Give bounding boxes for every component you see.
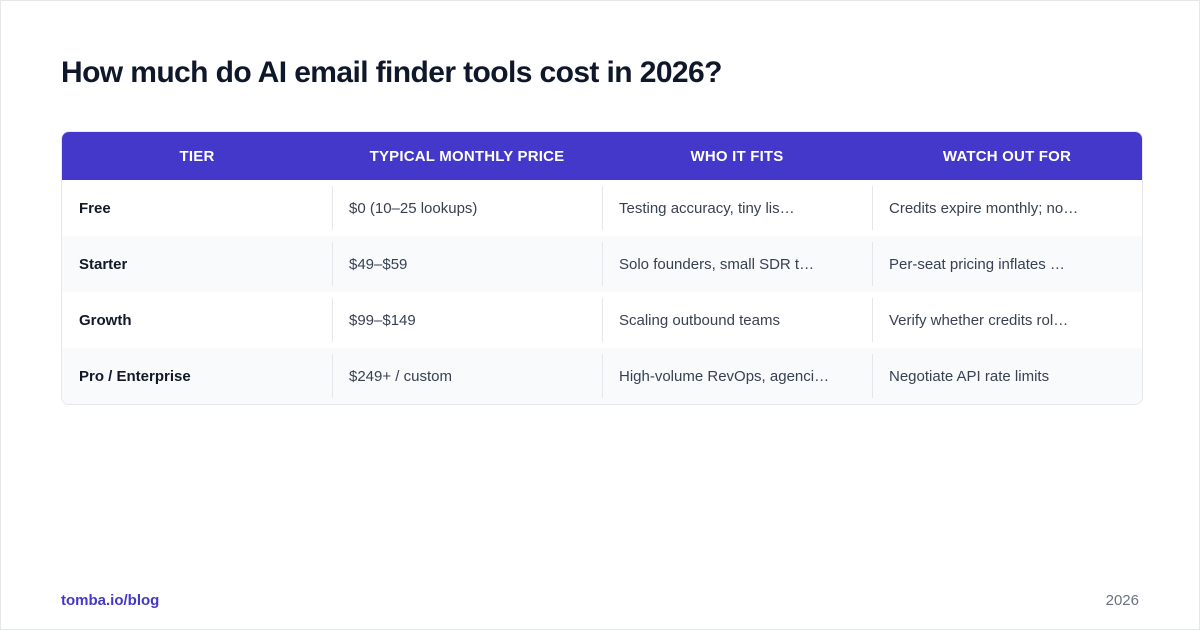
cell-watch-out: Negotiate API rate limits	[872, 348, 1142, 404]
cell-text: Free	[79, 199, 111, 217]
cell-text: Verify whether credits rol…	[889, 311, 1069, 329]
cell-fit: Testing accuracy, tiny lis…	[602, 180, 872, 236]
cell-text: High-volume RevOps, agenci…	[619, 367, 830, 385]
cell-price: $0 (10–25 lookups)	[332, 180, 602, 236]
source-link[interactable]: tomba.io/blog	[61, 592, 159, 609]
cell-text: Solo founders, small SDR t…	[619, 255, 815, 273]
cell-tier: Growth	[62, 292, 332, 348]
table-row: Free $0 (10–25 lookups) Testing accuracy…	[62, 180, 1142, 236]
cell-price: $99–$149	[332, 292, 602, 348]
cell-text: Testing accuracy, tiny lis…	[619, 199, 795, 217]
cell-price: $49–$59	[332, 236, 602, 292]
cell-tier: Starter	[62, 236, 332, 292]
header-price: TYPICAL MONTHLY PRICE	[369, 147, 565, 165]
cell-text: $99–$149	[349, 311, 416, 329]
header-watch-out: WATCH OUT FOR	[942, 147, 1072, 165]
cell-text: $0 (10–25 lookups)	[349, 199, 478, 217]
cell-price: $249+ / custom	[332, 348, 602, 404]
cell-tier: Free	[62, 180, 332, 236]
cell-text: Starter	[79, 255, 128, 273]
cell-watch-out: Credits expire monthly; no…	[872, 180, 1142, 236]
pricing-table: TIER TYPICAL MONTHLY PRICE WHO IT FITS W…	[61, 131, 1143, 405]
cell-fit: Scaling outbound teams	[602, 292, 872, 348]
cell-text: Per-seat pricing inflates …	[889, 255, 1065, 273]
cell-fit: Solo founders, small SDR t…	[602, 236, 872, 292]
table-row: Growth $99–$149 Scaling outbound teams V…	[62, 292, 1142, 348]
cell-text: $249+ / custom	[349, 367, 452, 385]
footer-year: 2026	[1105, 592, 1139, 609]
cell-text: $49–$59	[349, 255, 408, 273]
header-tier: TIER	[179, 147, 215, 165]
cell-text: Credits expire monthly; no…	[889, 199, 1079, 217]
cell-text: Negotiate API rate limits	[889, 367, 1050, 385]
cell-watch-out: Per-seat pricing inflates …	[872, 236, 1142, 292]
table-row: Starter $49–$59 Solo founders, small SDR…	[62, 236, 1142, 292]
header-fit: WHO IT FITS	[690, 147, 784, 165]
page-title: How much do AI email finder tools cost i…	[61, 56, 722, 89]
card-frame: How much do AI email finder tools cost i…	[0, 0, 1200, 630]
cell-watch-out: Verify whether credits rol…	[872, 292, 1142, 348]
cell-text: Growth	[79, 311, 132, 329]
cell-fit: High-volume RevOps, agenci…	[602, 348, 872, 404]
table-header: TIER TYPICAL MONTHLY PRICE WHO IT FITS W…	[62, 132, 1142, 180]
cell-tier: Pro / Enterprise	[62, 348, 332, 404]
table-row: Pro / Enterprise $249+ / custom High-vol…	[62, 348, 1142, 404]
cell-text: Scaling outbound teams	[619, 311, 780, 329]
cell-text: Pro / Enterprise	[79, 367, 191, 385]
